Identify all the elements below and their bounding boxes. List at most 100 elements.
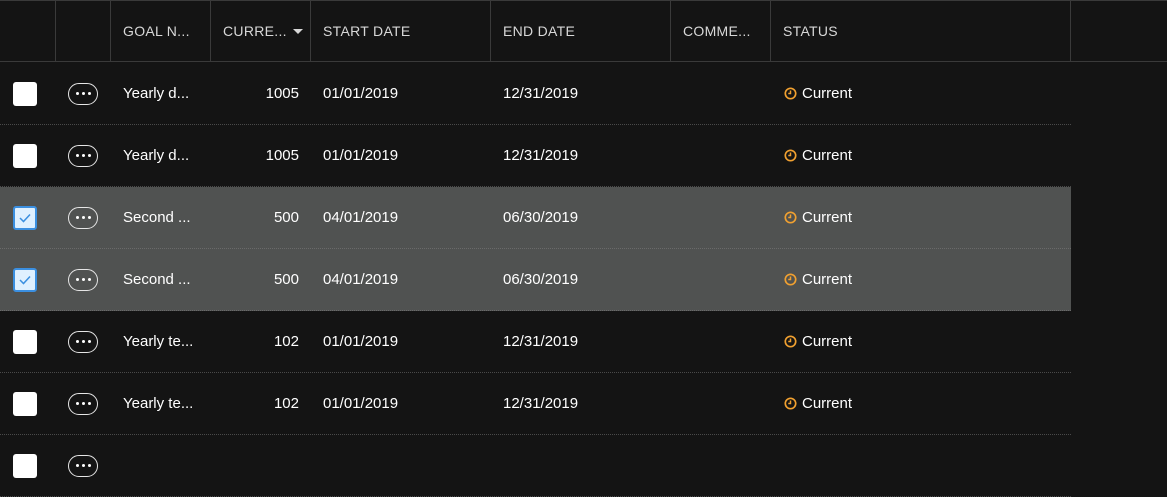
- header-select: [0, 1, 56, 61]
- clock-icon: [784, 87, 797, 100]
- row-checkbox[interactable]: [13, 267, 37, 292]
- start-date-cell: 01/01/2019: [323, 85, 399, 102]
- status-cell: Current: [784, 311, 1064, 372]
- goal-name-cell: Yearly d...: [123, 147, 190, 164]
- status-label: Current: [802, 271, 853, 288]
- sort-descending-icon: [292, 29, 303, 34]
- end-date-cell: [503, 435, 663, 496]
- end-date-cell: 12/31/2019: [503, 85, 579, 102]
- row-checkbox[interactable]: [13, 143, 37, 168]
- header-status[interactable]: STATUS: [770, 1, 1071, 61]
- row-checkbox[interactable]: [13, 453, 37, 478]
- actions-cell: [68, 249, 100, 310]
- actions-cell: [68, 187, 100, 248]
- status-label: Current: [802, 395, 853, 412]
- start-date-cell: 04/01/2019: [323, 209, 399, 226]
- comments-cell: [683, 249, 763, 310]
- current-cell: 102: [273, 395, 299, 412]
- status-cell: Current: [784, 249, 1064, 310]
- header-current-label: CURRE...: [223, 23, 287, 39]
- actions-cell: [68, 125, 100, 186]
- status-label: Current: [802, 85, 853, 102]
- row-checkbox[interactable]: [13, 391, 37, 416]
- end-date-cell: 12/31/2019: [503, 395, 579, 412]
- select-cell: [13, 187, 39, 248]
- table-row[interactable]: Yearly d... 1005 01/01/2019 12/31/2019 C…: [0, 63, 1071, 125]
- goal-name-cell: Yearly te...: [123, 395, 194, 412]
- status-cell: [784, 435, 1064, 496]
- clock-icon: [784, 397, 797, 410]
- actions-cell: [68, 63, 100, 124]
- row-checkbox[interactable]: [13, 205, 37, 230]
- end-date-cell: 12/31/2019: [503, 333, 579, 350]
- current-cell: 500: [273, 209, 299, 226]
- start-date-cell: 01/01/2019: [323, 395, 399, 412]
- end-date-cell: 06/30/2019: [503, 271, 579, 288]
- select-cell: [13, 125, 39, 186]
- header-end-date[interactable]: END DATE: [490, 1, 671, 61]
- select-cell: [13, 373, 39, 434]
- status-cell: Current: [784, 63, 1064, 124]
- start-date-cell: 01/01/2019: [323, 147, 399, 164]
- clock-icon: [784, 273, 797, 286]
- goal-name-cell: Second ...: [123, 209, 191, 226]
- header-status-label: STATUS: [783, 23, 838, 39]
- table-row[interactable]: Second ... 500 04/01/2019 06/30/2019 Cur…: [0, 187, 1071, 249]
- status-label: Current: [802, 147, 853, 164]
- row-checkbox[interactable]: [13, 81, 37, 106]
- clock-icon: [784, 335, 797, 348]
- header-start-date[interactable]: START DATE: [310, 1, 491, 61]
- header-start-date-label: START DATE: [323, 23, 411, 39]
- status-cell: Current: [784, 125, 1064, 186]
- more-options-icon[interactable]: [68, 144, 98, 167]
- table-row[interactable]: [0, 435, 1071, 497]
- table-row[interactable]: Second ... 500 04/01/2019 06/30/2019 Cur…: [0, 249, 1071, 311]
- clock-icon: [784, 211, 797, 224]
- more-options-icon[interactable]: [68, 82, 98, 105]
- actions-cell: [68, 435, 100, 496]
- status-label: Current: [802, 333, 853, 350]
- more-options-icon[interactable]: [68, 454, 98, 477]
- header-actions: [55, 1, 111, 61]
- start-date-cell: 01/01/2019: [323, 333, 399, 350]
- more-options-icon[interactable]: [68, 330, 98, 353]
- checkmark-icon: [19, 275, 31, 285]
- comments-cell: [683, 63, 763, 124]
- header-goal-name-label: GOAL N...: [123, 23, 190, 39]
- comments-cell: [683, 311, 763, 372]
- header-end-date-label: END DATE: [503, 23, 576, 39]
- select-cell: [13, 249, 39, 310]
- actions-cell: [68, 373, 100, 434]
- table-row[interactable]: Yearly te... 102 01/01/2019 12/31/2019 C…: [0, 373, 1071, 435]
- more-options-icon[interactable]: [68, 206, 98, 229]
- table-row[interactable]: Yearly te... 102 01/01/2019 12/31/2019 C…: [0, 311, 1071, 373]
- end-date-cell: 06/30/2019: [503, 209, 579, 226]
- header-comments[interactable]: COMME...: [670, 1, 771, 61]
- status-cell: Current: [784, 373, 1064, 434]
- status-label: Current: [802, 209, 853, 226]
- comments-cell: [683, 125, 763, 186]
- header-comments-label: COMME...: [683, 23, 751, 39]
- row-checkbox[interactable]: [13, 329, 37, 354]
- start-date-cell: 04/01/2019: [323, 271, 399, 288]
- goals-grid: GOAL N... CURRE... START DATE END DATE C…: [0, 0, 1167, 497]
- clock-icon: [784, 149, 797, 162]
- start-date-cell: [323, 435, 483, 496]
- goal-name-cell: Second ...: [123, 271, 191, 288]
- grid-header: GOAL N... CURRE... START DATE END DATE C…: [0, 0, 1167, 62]
- actions-cell: [68, 311, 100, 372]
- header-current[interactable]: CURRE...: [210, 1, 311, 61]
- comments-cell: [683, 435, 763, 496]
- current-cell: [210, 435, 299, 496]
- more-options-icon[interactable]: [68, 392, 98, 415]
- table-row[interactable]: Yearly d... 1005 01/01/2019 12/31/2019 C…: [0, 125, 1071, 187]
- header-goal-name[interactable]: GOAL N...: [110, 1, 211, 61]
- goal-name-cell: Yearly d...: [123, 85, 190, 102]
- comments-cell: [683, 373, 763, 434]
- more-options-icon[interactable]: [68, 268, 98, 291]
- select-cell: [13, 311, 39, 372]
- status-cell: Current: [784, 187, 1064, 248]
- current-cell: 1005: [265, 85, 299, 102]
- end-date-cell: 12/31/2019: [503, 147, 579, 164]
- checkmark-icon: [19, 213, 31, 223]
